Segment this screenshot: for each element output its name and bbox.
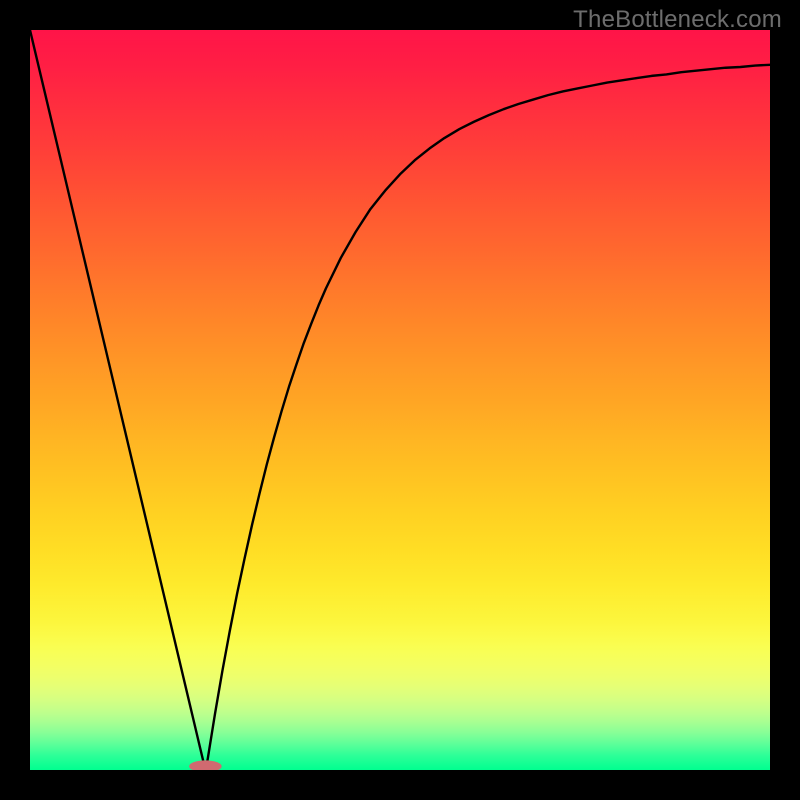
- chart-frame: TheBottleneck.com: [0, 0, 800, 800]
- chart-background: [30, 30, 770, 770]
- bottleneck-chart: [0, 0, 800, 800]
- watermark-label: TheBottleneck.com: [573, 6, 782, 34]
